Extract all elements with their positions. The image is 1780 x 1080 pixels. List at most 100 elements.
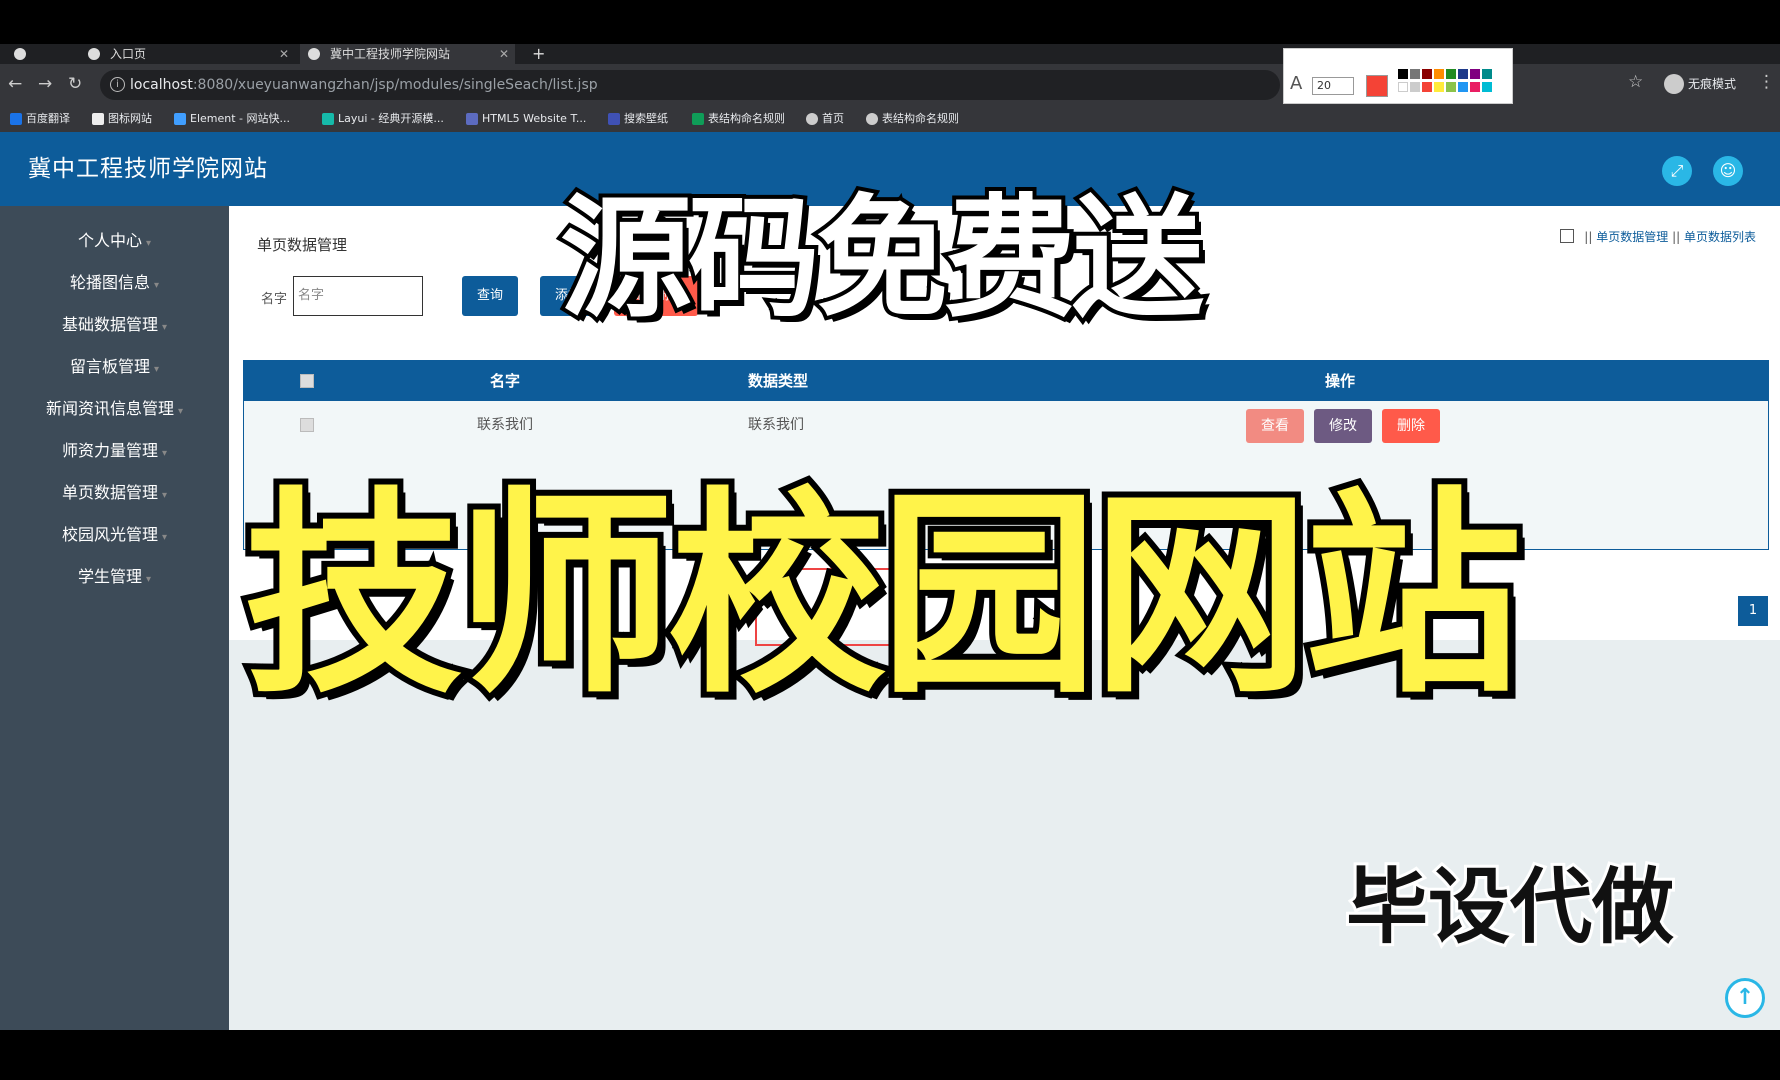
tab-bar: 入口页 ✕ 冀中工程技师学院网站 ✕ + [0,44,1780,64]
bookmark[interactable]: 首页 [806,106,844,132]
sidebar-item-carousel[interactable]: 轮播图信息 ▾ [0,268,229,298]
search-input[interactable]: 名字 [293,276,423,316]
bookmark[interactable]: 百度翻译 [10,106,70,132]
color-swatch[interactable] [1434,82,1444,92]
bookmark-icon [608,113,620,125]
chevron-down-icon: ▾ [161,490,168,501]
url-field[interactable]: i localhost:8080/xueyuanwangzhan/jsp/mod… [100,70,1280,100]
color-swatch[interactable] [1482,69,1492,79]
breadcrumb-item[interactable]: 单页数据管理 [1596,230,1668,244]
column-header: 操作 [1325,372,1356,390]
info-icon[interactable]: i [110,77,125,92]
font-size-icon: A [1290,73,1303,94]
color-swatch[interactable] [1422,82,1432,92]
incognito-badge[interactable]: 无痕模式 [1664,74,1736,94]
sidebar-item-profile[interactable]: 个人中心 ▾ [0,226,229,256]
site-title: 冀中工程技师学院网站 [28,156,268,182]
bookmark-icon [174,113,186,125]
sidebar: 个人中心 ▾ 轮播图信息 ▾ 基础数据管理 ▾ 留言板管理 ▾ 新闻资讯信息管理 ▾ 师资… [0,206,229,1030]
bookmark[interactable]: Element - 网站快... [174,106,290,132]
breadcrumb-item[interactable]: 单页数据列表 [1684,230,1756,244]
tab-label: 冀中工程技师学院网站 [330,47,451,61]
breadcrumb: || 单页数据管理 || 单页数据列表 [1560,228,1756,245]
sidebar-item-students[interactable]: 学生管理 ▾ [0,562,229,592]
current-color-swatch[interactable] [1366,75,1388,97]
color-swatch[interactable] [1458,82,1468,92]
globe-icon [88,48,100,60]
page-title: 单页数据管理 [257,236,348,254]
table-header: 名字 数据类型 操作 [244,361,1768,401]
browser-menu-icon[interactable] [14,48,26,60]
sidebar-item-faculty[interactable]: 师资力量管理 ▾ [0,436,229,466]
bookmarks-bar: 百度翻译 图标网站 Element - 网站快... Layui - 经典开源模… [0,106,1780,132]
screen: □ ○ ↗ ✎ A ↶ ✕ ✓ 入口页 ✕ 冀中工程技师学院网站 ✕ + ← →… [0,0,1780,1080]
chevron-down-icon: ▾ [153,364,160,375]
close-tab-icon[interactable]: ✕ [499,44,509,64]
chevron-down-icon: ▾ [153,280,160,291]
reload-icon[interactable]: ↻ [68,76,82,93]
chevron-down-icon: ▾ [161,448,168,459]
select-all-checkbox[interactable] [300,374,314,388]
bookmark[interactable]: HTML5 Website T... [466,106,586,132]
back-to-top-icon[interactable]: ↑ [1725,978,1765,1018]
search-label: 名字 [261,292,288,307]
caption-top: 源码免费送 [556,178,1208,340]
column-header: 数据类型 [748,372,809,390]
color-swatch[interactable] [1422,69,1432,79]
color-swatch[interactable] [1398,82,1408,92]
chevron-down-icon: ▾ [161,532,168,543]
globe-icon [806,113,818,125]
color-swatch[interactable] [1470,69,1480,79]
bookmark[interactable]: 表结构命名规则 [866,106,959,132]
bookmark[interactable]: Layui - 经典开源模... [322,106,444,132]
font-size-select[interactable]: 20 [1312,77,1354,95]
sidebar-item-news[interactable]: 新闻资讯信息管理 ▾ [0,394,229,424]
tab-label: 入口页 [110,47,147,61]
forward-icon[interactable]: → [38,76,52,93]
back-icon[interactable]: ← [8,76,22,93]
color-swatch[interactable] [1458,69,1468,79]
chevron-down-icon: ▾ [145,238,152,249]
sidebar-item-campus-scenery[interactable]: 校园风光管理 ▾ [0,520,229,550]
sidebar-item-message-board[interactable]: 留言板管理 ▾ [0,352,229,382]
column-header: 名字 [490,372,521,390]
fullscreen-icon[interactable]: ⤢ [1662,156,1692,186]
color-swatch[interactable] [1470,82,1480,92]
query-button[interactable]: 查询 [462,276,518,316]
tab-entry[interactable]: 入口页 ✕ [80,44,295,64]
star-icon[interactable]: ☆ [1628,74,1643,91]
menu-icon[interactable]: ⋮ [1758,74,1775,91]
globe-icon [866,113,878,125]
color-swatch[interactable] [1446,82,1456,92]
sidebar-item-basic-data[interactable]: 基础数据管理 ▾ [0,310,229,340]
close-tab-icon[interactable]: ✕ [279,44,289,64]
address-bar: ← → ↻ i localhost:8080/xueyuanwangzhan/j… [0,64,1780,106]
annotation-toolbar: A 20 [1283,48,1513,104]
globe-icon [308,48,320,60]
url-text: localhost:8080/xueyuanwangzhan/jsp/modul… [130,77,598,93]
chevron-down-icon: ▾ [177,406,184,417]
page-number-button[interactable]: 1 [1738,596,1768,626]
bookmark[interactable]: 搜索壁纸 [608,106,668,132]
sidebar-item-single-page[interactable]: 单页数据管理 ▾ [0,478,229,508]
bookmark[interactable]: 表结构命名规则 [692,106,785,132]
incognito-icon [1664,74,1684,94]
home-icon[interactable] [1560,229,1575,243]
chevron-down-icon: ▾ [145,574,152,585]
color-swatch[interactable] [1410,82,1420,92]
new-tab-icon[interactable]: + [532,44,545,64]
color-swatch[interactable] [1446,69,1456,79]
bookmark-icon [322,113,334,125]
color-swatch[interactable] [1482,82,1492,92]
bookmark-icon [466,113,478,125]
color-swatch[interactable] [1410,69,1420,79]
chevron-down-icon: ▾ [161,322,168,333]
user-icon[interactable]: ☺ [1713,156,1743,186]
color-swatch[interactable] [1398,69,1408,79]
caption-main: 技师校园网站 [238,464,1528,729]
tab-site[interactable]: 冀中工程技师学院网站 ✕ [300,44,515,64]
bookmark-icon [692,113,704,125]
bookmark-icon [10,113,22,125]
color-swatch[interactable] [1434,69,1444,79]
bookmark[interactable]: 图标网站 [92,106,152,132]
